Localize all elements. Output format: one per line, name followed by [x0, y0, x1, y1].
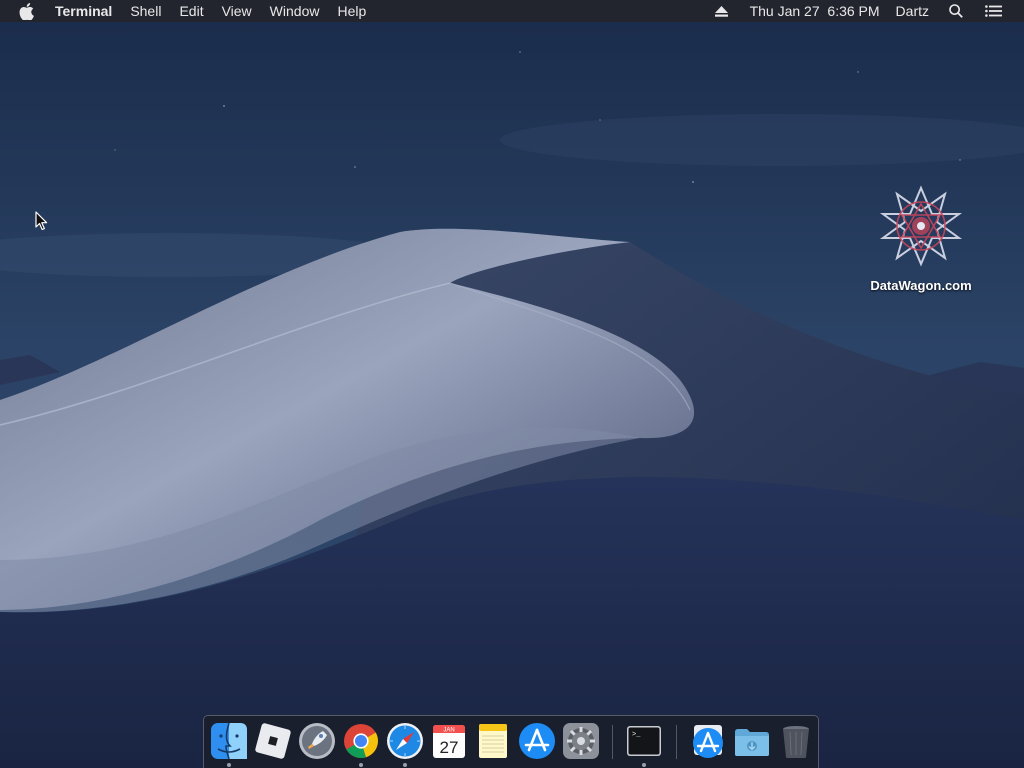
dock-trash-icon[interactable] [776, 721, 816, 761]
dock-separator [676, 725, 677, 759]
menu-help[interactable]: Help [328, 0, 375, 22]
dock-launchpad-icon[interactable] [297, 721, 337, 761]
calendar-day: 27 [440, 738, 459, 757]
menu-edit[interactable]: Edit [170, 0, 212, 22]
dock-running-indicator [642, 763, 646, 767]
desktop-icon-datawagon[interactable]: DataWagon.com [858, 184, 984, 293]
desktop-wallpaper [0, 0, 1024, 768]
dock-app-store-download-icon[interactable] [688, 721, 728, 761]
menu-shell[interactable]: Shell [121, 0, 170, 22]
calendar-month: JAN [443, 728, 454, 734]
datawagon-emblem-icon [879, 184, 963, 268]
apple-logo-icon[interactable] [19, 0, 37, 22]
dock-terminal-icon[interactable]: >_ [624, 721, 664, 761]
menu-user[interactable]: Dartz [888, 0, 941, 22]
dock-running-indicator [227, 763, 231, 767]
dock-safari-icon[interactable] [385, 721, 425, 761]
menu-view[interactable]: View [213, 0, 261, 22]
notification-list-icon[interactable] [977, 0, 1024, 22]
eject-icon[interactable] [707, 0, 742, 22]
dock-running-indicator [359, 763, 363, 767]
dock-roblox-icon[interactable] [253, 721, 293, 761]
dock-system-preferences-icon[interactable] [561, 721, 601, 761]
menu-bar: Terminal Shell Edit View Window Help Thu… [0, 0, 1024, 22]
dock-calendar-icon[interactable]: JAN 27 [429, 721, 469, 761]
search-icon[interactable] [941, 0, 977, 22]
terminal-prompt: >_ [632, 731, 641, 739]
dock-finder-icon[interactable] [209, 721, 249, 761]
dock-separator [612, 725, 613, 759]
menu-app-terminal[interactable]: Terminal [46, 0, 121, 22]
dock-downloads-folder-icon[interactable] [732, 721, 772, 761]
menu-window[interactable]: Window [261, 0, 329, 22]
mouse-cursor-icon [35, 211, 48, 231]
dock-chrome-icon[interactable] [341, 721, 381, 761]
menu-clock[interactable]: Thu Jan 27 6:36 PM [742, 0, 888, 22]
dock-app-store-icon[interactable] [517, 721, 557, 761]
desktop-icon-label: DataWagon.com [870, 278, 972, 293]
dock-notes-icon[interactable] [473, 721, 513, 761]
dock-running-indicator [403, 763, 407, 767]
dock: JAN 27 >_ [203, 715, 819, 768]
